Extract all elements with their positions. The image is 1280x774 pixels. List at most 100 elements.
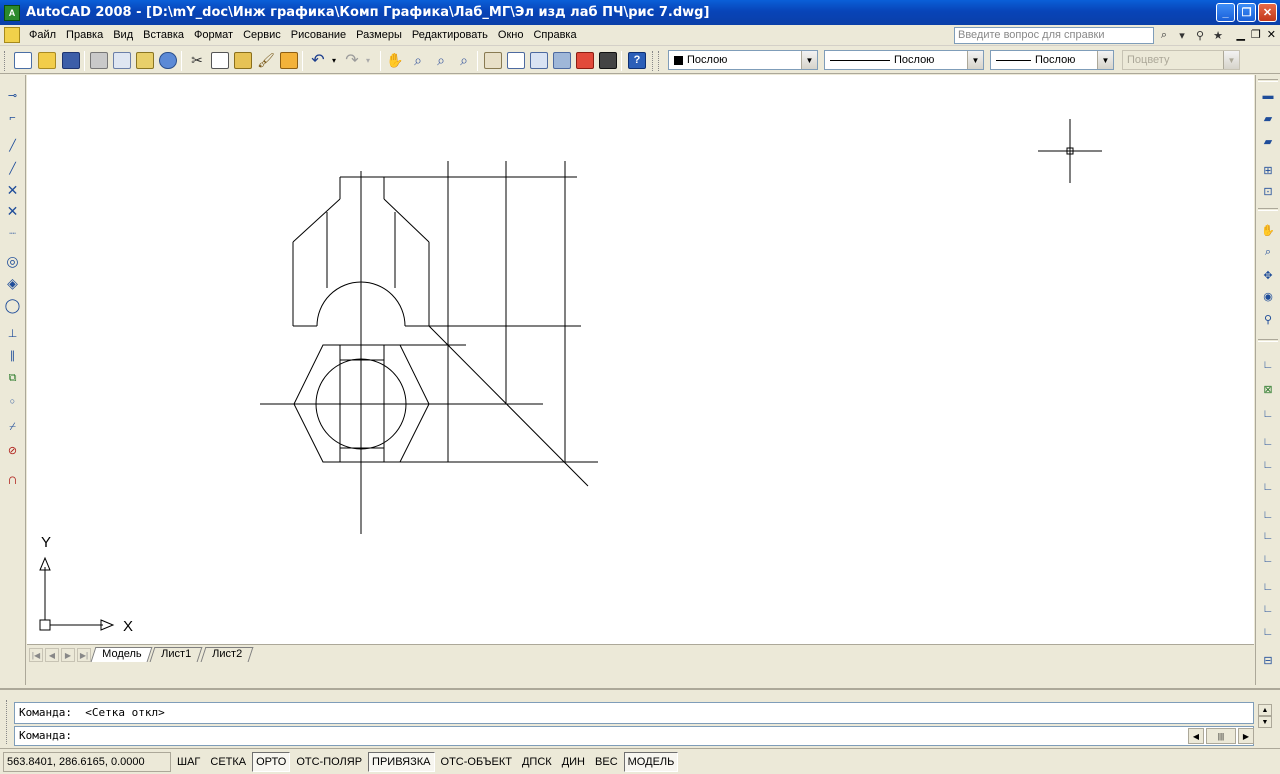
snap-quadrant-icon[interactable]: ◈ bbox=[4, 275, 21, 292]
menu-tools[interactable]: Сервис bbox=[238, 29, 286, 41]
favorites-star-icon[interactable]: ★ bbox=[1210, 27, 1226, 43]
snap-apparent-intersection-icon[interactable]: ✕ bbox=[4, 203, 21, 220]
scroll-left-icon[interactable]: ◀ bbox=[1188, 728, 1204, 744]
pan-realtime-icon[interactable]: ✋ bbox=[386, 52, 404, 69]
tool-palettes-icon[interactable] bbox=[530, 52, 548, 69]
search-icon[interactable]: ⌕ bbox=[1156, 27, 1172, 43]
save-icon[interactable] bbox=[62, 52, 80, 69]
snap-perpendicular-icon[interactable]: ⊥ bbox=[4, 325, 21, 342]
properties-icon[interactable] bbox=[484, 52, 502, 69]
ucs-x-icon[interactable]: ∟ bbox=[1259, 578, 1277, 596]
snap-midpoint-icon[interactable]: ╱ bbox=[4, 160, 21, 177]
toolbar-grip-properties[interactable] bbox=[652, 51, 655, 71]
ucs-manager-icon[interactable]: ⊟ bbox=[1259, 651, 1277, 669]
ucs-icon[interactable]: ▬ bbox=[1259, 87, 1277, 105]
menu-window[interactable]: Окно bbox=[493, 29, 529, 41]
scroll-down-icon[interactable]: ▼ bbox=[1258, 716, 1272, 728]
menu-format[interactable]: Формат bbox=[189, 29, 238, 41]
scroll-up-icon[interactable]: ▲ bbox=[1258, 704, 1272, 716]
undo-icon[interactable]: ↶ bbox=[309, 52, 327, 69]
markup-set-manager-icon[interactable] bbox=[576, 52, 594, 69]
print-preview-icon[interactable] bbox=[113, 52, 131, 69]
zoom-previous-icon[interactable]: ⌕ bbox=[455, 52, 473, 69]
undo-dropdown-icon[interactable]: ▾ bbox=[329, 52, 339, 69]
dyn-toggle[interactable]: ДИН bbox=[558, 752, 589, 772]
zoom-window-icon[interactable]: ⌕ bbox=[432, 52, 450, 69]
autocad-app-icon[interactable]: A bbox=[4, 4, 20, 21]
publish-web-icon[interactable] bbox=[159, 52, 177, 69]
osnap-settings-icon[interactable]: ∩ bbox=[4, 471, 21, 488]
ucs-y-icon[interactable]: ∟ bbox=[1259, 600, 1277, 618]
copy-icon[interactable] bbox=[211, 52, 229, 69]
scroll-right-icon[interactable]: ▶ bbox=[1238, 728, 1254, 744]
coordinates-readout[interactable]: 563.8401, 286.6165, 0.0000 bbox=[3, 751, 171, 772]
ducs-toggle[interactable]: ДПСК bbox=[518, 752, 556, 772]
menu-edit[interactable]: Правка bbox=[61, 29, 108, 41]
ucs-y-rotate-icon[interactable]: ∟ bbox=[1259, 478, 1277, 496]
polar-toggle[interactable]: ОТС-ПОЛЯР bbox=[292, 752, 366, 772]
temporary-track-point-icon[interactable]: ⊸ bbox=[4, 87, 21, 104]
doc-minimize-button[interactable]: ▁ bbox=[1236, 28, 1244, 41]
ucs-named-icon[interactable]: ∟ bbox=[1259, 550, 1277, 568]
minimize-button[interactable]: _ bbox=[1216, 3, 1235, 22]
open-file-icon[interactable] bbox=[38, 52, 56, 69]
orbit-icon[interactable]: ✥ bbox=[1259, 266, 1277, 284]
ortho-toggle[interactable]: ОРТО bbox=[252, 751, 291, 772]
snap-insert-icon[interactable]: ⧉ bbox=[4, 370, 21, 387]
ucs-face-icon[interactable]: ⊞ bbox=[1259, 161, 1277, 179]
ucs-object-icon[interactable]: ⊡ bbox=[1259, 182, 1277, 200]
last-tab-icon[interactable]: ▶| bbox=[77, 648, 91, 662]
previous-tab-icon[interactable]: ◀ bbox=[45, 648, 59, 662]
print-icon[interactable] bbox=[90, 52, 108, 69]
snap-intersection-icon[interactable]: ✕ bbox=[4, 182, 21, 199]
ucs-zaxis-icon[interactable]: ∟ bbox=[1259, 405, 1277, 423]
ucs-z-rotate-icon[interactable]: ∟ bbox=[1259, 506, 1277, 524]
snap-nearest-icon[interactable]: ⌿ bbox=[4, 419, 21, 436]
doc-restore-button[interactable]: ❐ bbox=[1251, 28, 1261, 41]
ucs-z-icon[interactable]: ∟ bbox=[1259, 623, 1277, 641]
redo-icon[interactable]: ↷ bbox=[343, 52, 361, 69]
lwt-toggle[interactable]: ВЕС bbox=[591, 752, 622, 772]
snap-endpoint-icon[interactable]: ╱ bbox=[4, 137, 21, 154]
menu-dimension[interactable]: Размеры bbox=[351, 29, 407, 41]
snap-from-icon[interactable]: ⌐ bbox=[4, 109, 21, 126]
tab-layout2[interactable]: Лист2 bbox=[200, 647, 253, 662]
camera-icon[interactable]: ◉ bbox=[1259, 287, 1277, 305]
help-icon[interactable]: ? bbox=[628, 52, 646, 69]
ucs-origin-icon[interactable]: ∟ bbox=[1259, 356, 1277, 374]
menu-file[interactable]: Файл bbox=[24, 29, 61, 41]
toolbar-grip[interactable] bbox=[4, 51, 7, 71]
ucs-x-rotate-icon[interactable]: ∟ bbox=[1259, 456, 1277, 474]
linetype-control-select[interactable]: Послою ▼ bbox=[824, 50, 984, 70]
chevron-down-icon[interactable]: ▾ bbox=[1174, 27, 1190, 43]
zoom-icon[interactable]: ⌕ bbox=[1259, 243, 1277, 261]
paste-icon[interactable] bbox=[234, 52, 252, 69]
match-properties-icon[interactable]: 🖌 bbox=[257, 52, 275, 69]
quickcalc-icon[interactable] bbox=[599, 52, 617, 69]
menu-view[interactable]: Вид bbox=[108, 29, 138, 41]
ucs-3point-icon[interactable]: ∟ bbox=[1259, 433, 1277, 451]
redo-dropdown-icon[interactable]: ▾ bbox=[363, 52, 373, 69]
menu-draw[interactable]: Рисование bbox=[286, 29, 351, 41]
grid-toggle[interactable]: СЕТКА bbox=[206, 752, 250, 772]
close-button[interactable]: ✕ bbox=[1258, 3, 1277, 22]
chevron-down-icon[interactable]: ▼ bbox=[967, 51, 983, 69]
communication-center-icon[interactable]: ⚲ bbox=[1192, 27, 1208, 43]
menu-modify[interactable]: Редактировать bbox=[407, 29, 493, 41]
zoom-realtime-icon[interactable]: ⌕ bbox=[409, 52, 427, 69]
snap-parallel-icon[interactable]: ∥ bbox=[4, 347, 21, 364]
drawing-svg[interactable]: Y X bbox=[27, 75, 1254, 644]
new-file-icon[interactable] bbox=[14, 52, 32, 69]
color-control-select[interactable]: Послою ▼ bbox=[668, 50, 818, 70]
command-line-input[interactable]: Команда: bbox=[14, 726, 1254, 746]
doc-close-button[interactable]: ✕ bbox=[1267, 28, 1276, 41]
block-editor-icon[interactable] bbox=[280, 52, 298, 69]
snap-toggle[interactable]: ШАГ bbox=[173, 752, 204, 772]
model-toggle[interactable]: МОДЕЛЬ bbox=[623, 751, 679, 772]
ucs-previous-icon[interactable]: ▰ bbox=[1259, 109, 1277, 127]
drawing-canvas[interactable]: Y X bbox=[27, 75, 1254, 644]
snap-none-icon[interactable]: ⊘ bbox=[4, 442, 21, 459]
help-search-input[interactable]: Введите вопрос для справки bbox=[954, 27, 1154, 44]
walk-icon[interactable]: ⚲ bbox=[1259, 310, 1277, 328]
otrack-toggle[interactable]: ОТС-ОБЪЕКТ bbox=[437, 752, 516, 772]
